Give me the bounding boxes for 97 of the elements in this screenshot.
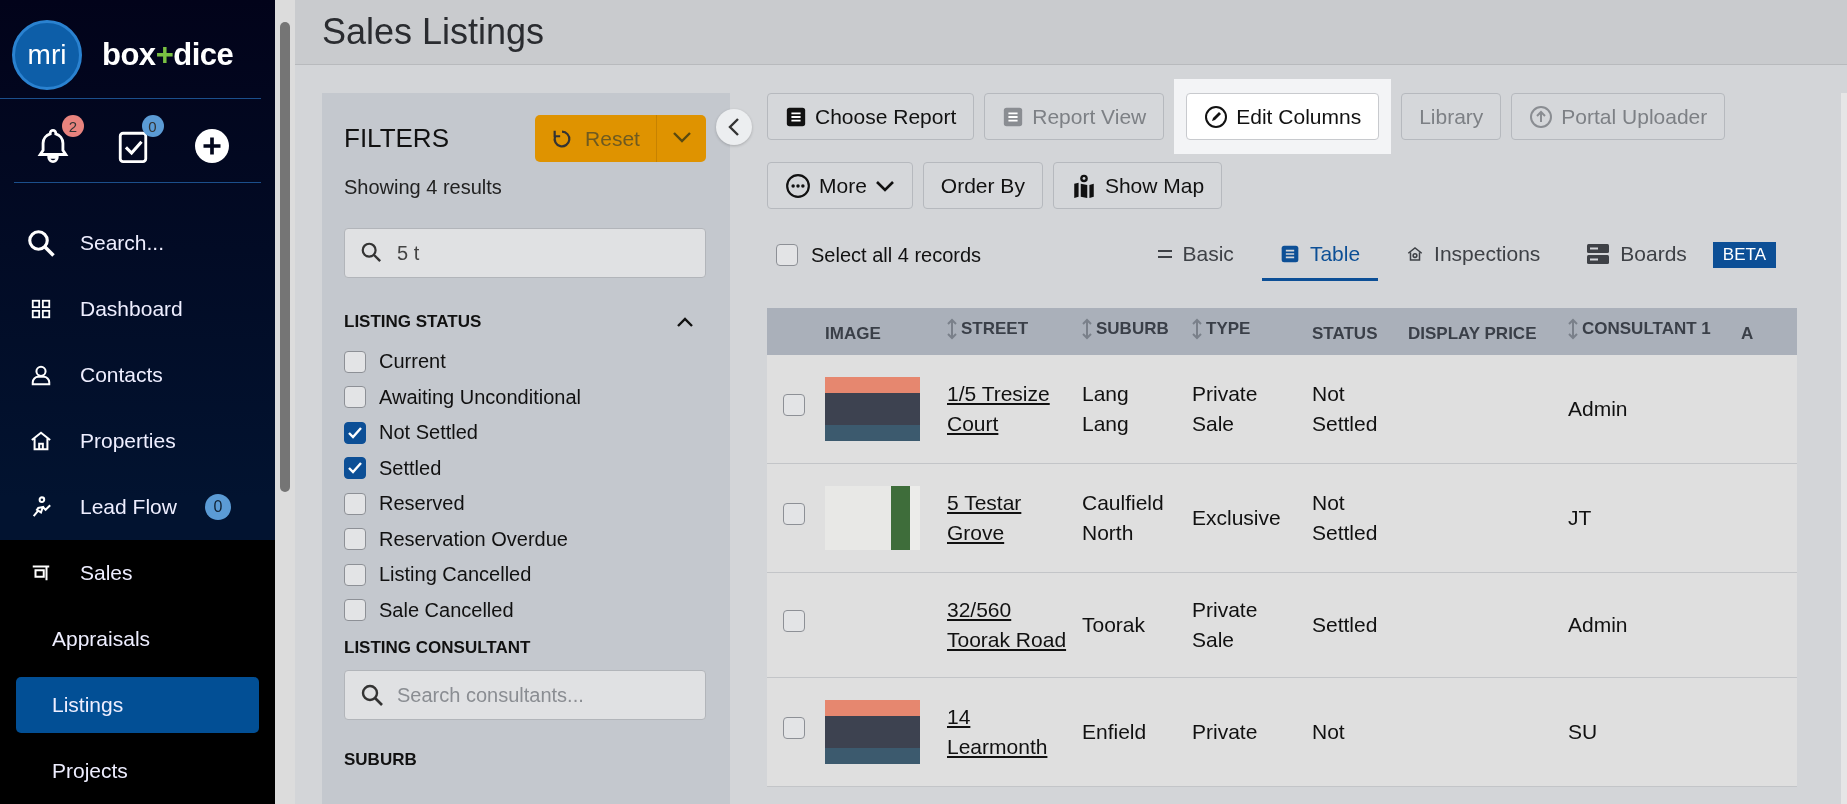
notifications-button[interactable]: 2: [28, 115, 84, 166]
checkbox[interactable]: [344, 350, 366, 373]
caret-icon: [671, 130, 692, 144]
nav-item[interactable]: Contacts: [0, 342, 275, 408]
table-cell: Lang Lang: [1082, 382, 1129, 435]
pencil-icon: [1204, 104, 1229, 129]
plus-icon: [195, 129, 229, 164]
table-cell: Exclusive: [1192, 506, 1281, 529]
check-icon: [347, 461, 363, 476]
bell-icon: [36, 127, 70, 166]
filters-title: FILTERS: [344, 123, 450, 154]
table-cell: Enfield: [1082, 720, 1147, 743]
nav-item[interactable]: Dashboard: [0, 276, 275, 342]
nav-subitem[interactable]: Appraisals: [16, 611, 259, 667]
checkbox[interactable]: [344, 457, 366, 480]
toolbar-button[interactable]: Order By: [922, 162, 1043, 209]
search-field[interactable]: 5 t: [344, 228, 706, 278]
table-cell: SU: [1568, 720, 1598, 743]
table-cell: Private Sale: [1192, 598, 1258, 651]
beta-badge: BETA: [1712, 242, 1776, 268]
view-tab[interactable]: Basic: [1138, 229, 1252, 281]
boards-icon: [1586, 242, 1611, 265]
ellipsis-icon: [785, 172, 811, 199]
chevron-left-icon: [727, 117, 741, 137]
view-tab[interactable]: Boards: [1568, 229, 1705, 281]
results-summary: Showing 4 results: [344, 176, 503, 199]
checkbox[interactable]: [344, 528, 366, 551]
table-cell: Admin: [1568, 613, 1628, 636]
nav-item[interactable]: Properties: [0, 408, 275, 474]
table-cell: Settled: [1312, 613, 1378, 636]
toolbar-button[interactable]: Choose Report: [767, 93, 975, 140]
list-icon: [1279, 243, 1300, 264]
search-field[interactable]: Search consultants...: [344, 670, 706, 720]
checkbox-label: Reservation Overdue: [379, 527, 568, 551]
checkbox-label: Awaiting Unconditional: [379, 385, 581, 409]
brand-name: box+dice: [102, 37, 234, 73]
list-icon: [785, 105, 807, 128]
search-icon: [26, 228, 56, 258]
table-cell: Admin: [1568, 397, 1628, 420]
checkbox-label: Not Settled: [379, 421, 478, 445]
checkbox-label: Current: [379, 350, 446, 374]
nav-subitem[interactable]: Listings: [16, 677, 259, 733]
collapse-button[interactable]: [716, 109, 752, 145]
view-tab[interactable]: Table: [1261, 229, 1379, 281]
table-cell: Caulfield North: [1082, 491, 1164, 544]
checkbox-label: Reserved: [379, 492, 465, 516]
upload-icon: [1529, 104, 1554, 129]
check-icon: [347, 425, 363, 440]
table-cell: Not Settled: [1312, 491, 1378, 544]
checkbox[interactable]: [783, 610, 805, 632]
checkbox[interactable]: [344, 563, 366, 586]
table-cell: Private: [1192, 720, 1258, 743]
checkbox[interactable]: [344, 386, 366, 409]
checkbox[interactable]: [783, 503, 805, 525]
tasks-button[interactable]: 0: [107, 115, 164, 166]
table-cell: Not Settled: [1312, 382, 1378, 435]
checkbox-label: Sale Cancelled: [379, 598, 514, 622]
chevron-icon[interactable]: [676, 316, 694, 328]
logo-mark: mri: [12, 20, 82, 90]
list-icon: [1002, 105, 1025, 128]
page-title: Sales Listings: [322, 11, 545, 53]
toolbar-button[interactable]: Show Map: [1052, 162, 1223, 209]
table-cell: Toorak: [1082, 613, 1146, 636]
view-tab[interactable]: Inspections: [1388, 229, 1559, 281]
checkbox[interactable]: [344, 599, 366, 622]
column-header: STATUS: [1312, 323, 1378, 344]
checkbox-label: Select all 4 records: [811, 243, 982, 267]
dropdown-button[interactable]: [656, 115, 706, 162]
toolbar-button[interactable]: Edit Columns: [1186, 93, 1380, 140]
column-header: A: [1741, 323, 1754, 344]
table-cell: Not: [1312, 720, 1345, 743]
column-header: DISPLAY PRICE: [1408, 323, 1537, 344]
nav-item[interactable]: Lead Flow 0: [0, 474, 275, 540]
section-title: SUBURB: [344, 750, 417, 770]
more-dropdown[interactable]: More: [767, 162, 913, 209]
nav-item[interactable]: Search...: [0, 210, 275, 276]
checkbox[interactable]: [783, 394, 805, 416]
checkbox[interactable]: [776, 244, 798, 266]
nav-item[interactable]: Sales: [0, 540, 275, 606]
checkbox-label: Settled: [379, 456, 442, 480]
count-badge: 0: [141, 115, 164, 138]
section-title: LISTING STATUS: [344, 312, 482, 332]
table-cell: Private Sale: [1192, 382, 1258, 435]
count-badge: 2: [62, 115, 84, 138]
caret-icon: [874, 178, 895, 193]
table-cell: JT: [1568, 506, 1592, 529]
house-icon: [1406, 244, 1425, 263]
checkbox[interactable]: [344, 421, 366, 444]
checkbox[interactable]: [783, 717, 805, 739]
count-badge: 0: [204, 494, 231, 520]
nav-subitem[interactable]: Projects: [16, 743, 259, 799]
checkbox[interactable]: [344, 492, 366, 515]
checkbox-label: Listing Cancelled: [379, 563, 532, 587]
lines-icon: [1156, 248, 1173, 259]
section-title: LISTING CONSULTANT: [344, 638, 531, 658]
column-header: IMAGE: [825, 323, 881, 344]
scrollbar-thumb[interactable]: [280, 22, 290, 492]
